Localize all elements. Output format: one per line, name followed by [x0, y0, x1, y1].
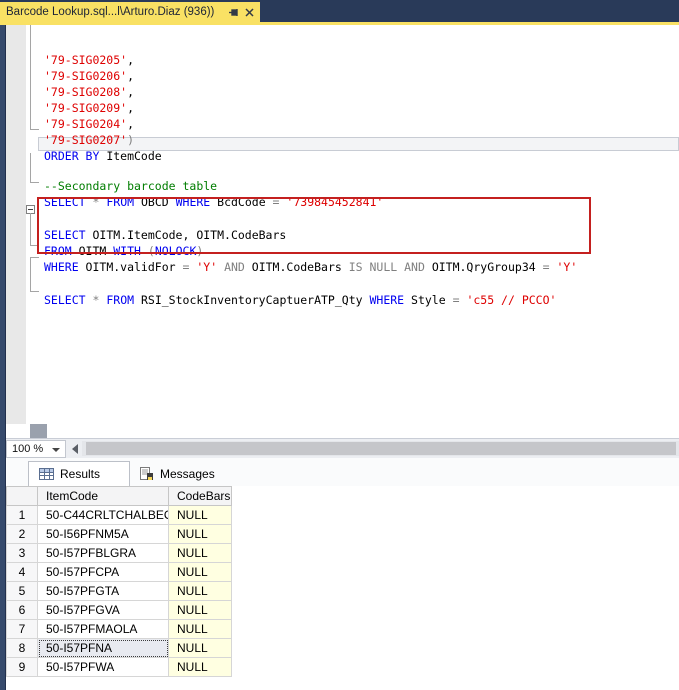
- horizontal-scrollbar[interactable]: [82, 441, 679, 456]
- cell-itemcode[interactable]: 50-C44CRLTCHALBEO: [38, 506, 169, 525]
- ssms-window: Barcode Lookup.sql...l\Arturo.Diaz (936)…: [0, 0, 679, 690]
- code-line[interactable]: '79-SIG0208',: [44, 84, 134, 100]
- chevron-down-icon: [52, 448, 60, 452]
- tab-messages-label: Messages: [160, 466, 215, 481]
- outline-guide: [30, 213, 39, 246]
- sql-editor[interactable]: '79-SIG0205', '79-SIG0206', '79-SIG0208', '…: [6, 25, 679, 438]
- tab-messages[interactable]: Messages: [130, 461, 250, 486]
- grid-header-codebars[interactable]: CodeBars: [169, 486, 232, 506]
- cell-rownum[interactable]: 9: [6, 658, 38, 677]
- cell-codebars[interactable]: NULL: [169, 658, 232, 677]
- table-row: 7 50-I57PFMAOLA NULL: [6, 620, 679, 639]
- code-line[interactable]: '79-SIG0205',: [44, 52, 134, 68]
- cell-itemcode[interactable]: 50-I57PFNA: [38, 639, 169, 658]
- code-line[interactable]: '79-SIG0209',: [44, 100, 134, 116]
- table-row: 3 50-I57PFBLGRA NULL: [6, 544, 679, 563]
- cell-codebars[interactable]: NULL: [169, 544, 232, 563]
- code-line[interactable]: '79-SIG0204',: [44, 116, 134, 132]
- cell-codebars[interactable]: NULL: [169, 525, 232, 544]
- table-row: 5 50-I57PFGTA NULL: [6, 582, 679, 601]
- scrollbar-left-arrow-icon[interactable]: [72, 444, 78, 454]
- document-tab[interactable]: Barcode Lookup.sql...l\Arturo.Diaz (936)…: [0, 2, 260, 22]
- cell-rownum[interactable]: 5: [6, 582, 38, 601]
- cell-itemcode[interactable]: 50-I57PFCPA: [38, 563, 169, 582]
- cell-itemcode[interactable]: 50-I57PFGTA: [38, 582, 169, 601]
- table-row: 6 50-I57PFGVA NULL: [6, 601, 679, 620]
- cell-codebars[interactable]: NULL: [169, 582, 232, 601]
- code-line[interactable]: FROM OITM WITH (NOLOCK): [44, 243, 203, 259]
- zoom-level-value: 100 %: [12, 443, 44, 455]
- table-row: 2 50-I56PFNM5A NULL: [6, 525, 679, 544]
- code-line[interactable]: SELECT OITM.ItemCode, OITM.CodeBars: [44, 227, 286, 243]
- splitter-grip[interactable]: [30, 424, 47, 438]
- table-row: 4 50-I57PFCPA NULL: [6, 563, 679, 582]
- pin-icon[interactable]: [228, 7, 239, 18]
- code-line[interactable]: SELECT * FROM RSI_StockInventoryCaptuerA…: [44, 292, 556, 308]
- outline-guide: [30, 153, 39, 183]
- editor-selection-margin: [6, 25, 26, 424]
- cell-itemcode[interactable]: 50-I57PFBLGRA: [38, 544, 169, 563]
- tab-results-label: Results: [60, 467, 101, 481]
- grid-body: 1 50-C44CRLTCHALBEO NULL 2 50-I56PFNM5A NULL 3…: [6, 506, 679, 677]
- horizontal-scrollbar-thumb[interactable]: [86, 442, 676, 455]
- cell-codebars[interactable]: NULL: [169, 639, 232, 658]
- zoom-level-select[interactable]: 100 %: [6, 440, 66, 458]
- close-icon[interactable]: [245, 7, 254, 17]
- cell-rownum[interactable]: 4: [6, 563, 38, 582]
- cell-codebars[interactable]: NULL: [169, 601, 232, 620]
- grid-header-itemcode[interactable]: ItemCode: [38, 486, 169, 506]
- code-line[interactable]: --Secondary barcode table: [44, 178, 217, 194]
- cell-itemcode[interactable]: 50-I57PFWA: [38, 658, 169, 677]
- cell-codebars[interactable]: NULL: [169, 620, 232, 639]
- cell-rownum[interactable]: 3: [6, 544, 38, 563]
- code-line[interactable]: '79-SIG0207'): [44, 132, 134, 148]
- cell-rownum[interactable]: 2: [6, 525, 38, 544]
- table-row: 9 50-I57PFWA NULL: [6, 658, 679, 677]
- table-row: 8 50-I57PFNA NULL: [6, 639, 679, 658]
- grid-header-rownum[interactable]: [6, 486, 38, 506]
- messages-icon: [140, 466, 153, 480]
- code-line[interactable]: SELECT * FROM OBCD WHERE BcdCode = '7398…: [44, 194, 383, 210]
- code-line[interactable]: WHERE OITM.validFor = 'Y' AND OITM.CodeB…: [44, 259, 577, 275]
- results-grid-icon: [39, 468, 54, 480]
- cell-codebars[interactable]: NULL: [169, 563, 232, 582]
- cell-rownum[interactable]: 7: [6, 620, 38, 639]
- grid-header-row: ItemCode CodeBars: [6, 486, 679, 506]
- code-line[interactable]: '79-SIG0206',: [44, 68, 134, 84]
- outline-guide: [30, 25, 39, 130]
- cell-itemcode[interactable]: 50-I57PFGVA: [38, 601, 169, 620]
- results-pane-tabbar: Results Messages: [6, 458, 679, 486]
- cell-itemcode[interactable]: 50-I57PFMAOLA: [38, 620, 169, 639]
- results-grid: ItemCode CodeBars 1 50-C44CRLTCHALBEO NULL…: [6, 486, 679, 690]
- document-tab-title: Barcode Lookup.sql...l\Arturo.Diaz (936)…: [6, 6, 215, 18]
- tab-results[interactable]: Results: [28, 461, 130, 486]
- table-row: 1 50-C44CRLTCHALBEO NULL: [6, 506, 679, 525]
- cell-codebars[interactable]: NULL: [169, 506, 232, 525]
- cell-rownum[interactable]: 1: [6, 506, 38, 525]
- code-line[interactable]: ORDER BY ItemCode: [44, 148, 162, 164]
- outline-guide: [30, 257, 39, 292]
- document-tabbar: Barcode Lookup.sql...l\Arturo.Diaz (936)…: [0, 0, 679, 25]
- editor-scroll-row: 100 %: [6, 438, 679, 458]
- cell-rownum[interactable]: 8: [6, 639, 38, 658]
- cell-itemcode[interactable]: 50-I56PFNM5A: [38, 525, 169, 544]
- cell-rownum[interactable]: 6: [6, 601, 38, 620]
